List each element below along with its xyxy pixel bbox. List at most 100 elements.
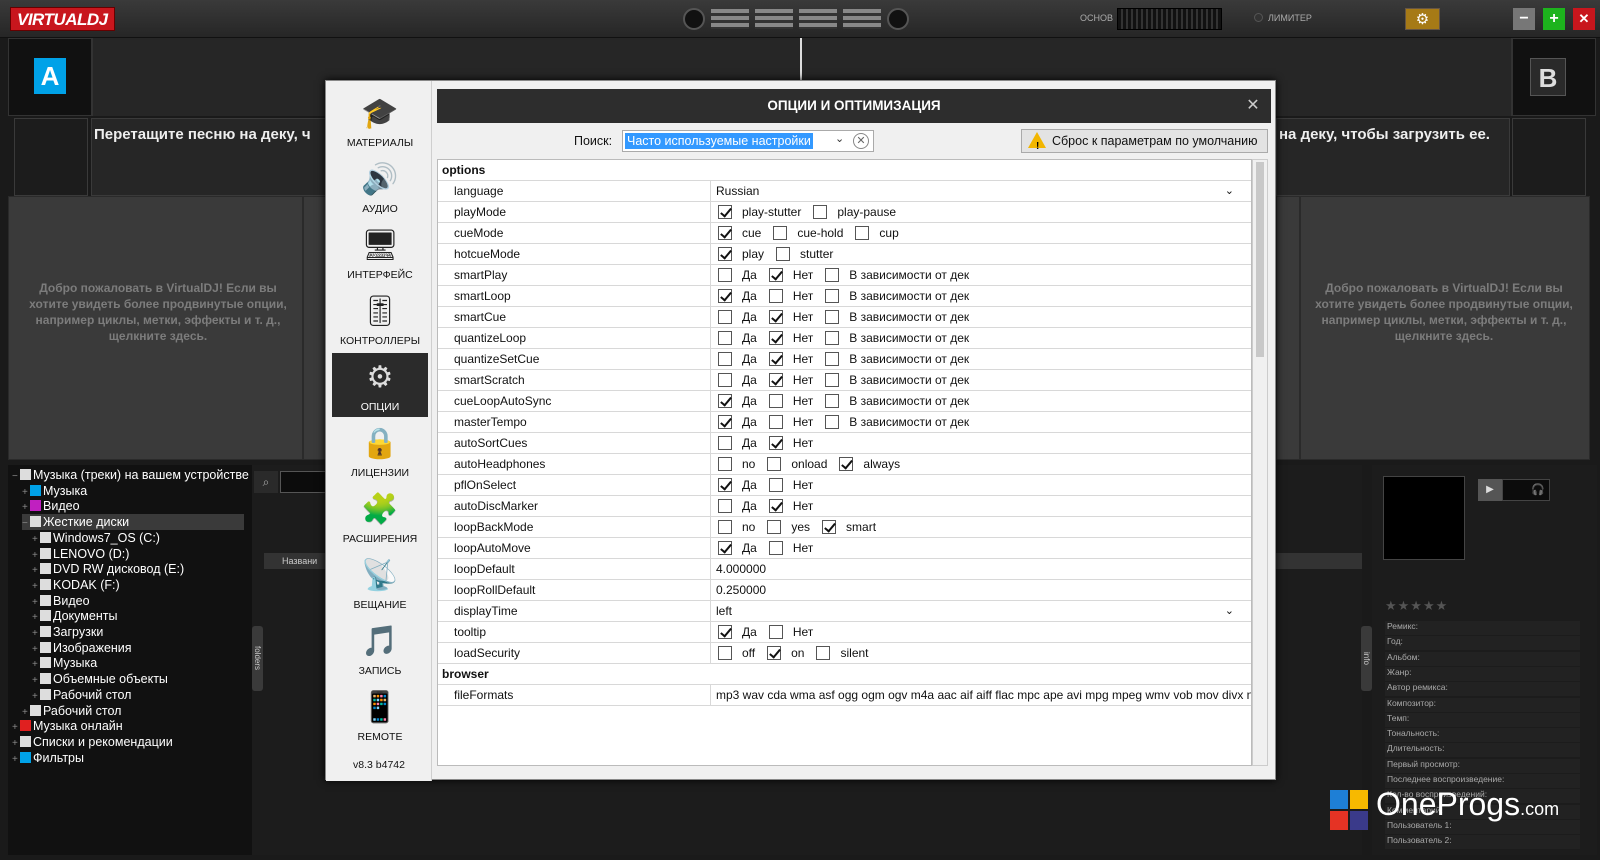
dropdown-value[interactable]: left bbox=[716, 604, 732, 618]
tree-item[interactable]: + Видео bbox=[32, 593, 90, 609]
tree-item[interactable]: + Рабочий стол bbox=[22, 703, 121, 719]
tree-item[interactable]: + Рабочий стол bbox=[32, 687, 131, 703]
preview-play-button[interactable]: ▶ bbox=[1478, 479, 1502, 501]
chevron-down-icon[interactable]: ⌄ bbox=[1225, 181, 1234, 201]
text-value[interactable]: mp3 wav cda wma asf ogg ogm ogv m4a aac … bbox=[716, 688, 1251, 702]
option-checkbox[interactable] bbox=[718, 499, 732, 513]
option-checkbox-label[interactable]: Да bbox=[742, 412, 757, 432]
option-checkbox[interactable] bbox=[768, 478, 783, 492]
dropdown-value[interactable]: Russian bbox=[716, 184, 759, 198]
rating-stars[interactable]: ★★★★★ bbox=[1385, 598, 1448, 614]
option-checkbox-label[interactable]: off bbox=[742, 643, 755, 663]
option-checkbox[interactable] bbox=[773, 226, 788, 240]
expand-icon[interactable]: − bbox=[12, 469, 20, 485]
nav-item[interactable]: ⚙ ОПЦИИ bbox=[332, 353, 428, 417]
option-checkbox[interactable] bbox=[718, 331, 732, 345]
option-checkbox-label[interactable]: Да bbox=[742, 475, 757, 495]
dialog-close-button[interactable]: ✕ bbox=[1243, 89, 1263, 123]
option-value[interactable]: 4.000000 bbox=[716, 559, 766, 579]
option-checkbox[interactable] bbox=[767, 646, 782, 660]
tree-item[interactable]: + KODAK (F:) bbox=[32, 577, 120, 593]
option-checkbox-label[interactable]: Нет bbox=[793, 412, 813, 432]
option-checkbox[interactable] bbox=[718, 226, 732, 240]
option-checkbox-label[interactable]: В зависимости от дек bbox=[849, 412, 969, 432]
option-checkbox[interactable] bbox=[718, 310, 732, 324]
option-checkbox[interactable] bbox=[718, 625, 732, 639]
option-checkbox[interactable] bbox=[768, 373, 783, 387]
option-checkbox[interactable] bbox=[825, 415, 840, 429]
text-value[interactable]: 4.000000 bbox=[716, 562, 766, 576]
option-checkbox-label[interactable]: Нет bbox=[793, 370, 813, 390]
option-checkbox[interactable] bbox=[768, 331, 783, 345]
option-checkbox-label[interactable]: Да bbox=[742, 391, 757, 411]
option-checkbox-label[interactable]: В зависимости от дек bbox=[849, 265, 969, 285]
nav-item[interactable]: 📱 REMOTE bbox=[332, 683, 428, 747]
option-checkbox[interactable] bbox=[718, 352, 732, 366]
tree-item[interactable]: + Загрузки bbox=[32, 624, 103, 640]
option-checkbox-label[interactable]: no bbox=[742, 517, 755, 537]
option-checkbox[interactable] bbox=[825, 310, 840, 324]
option-checkbox[interactable] bbox=[718, 520, 732, 534]
option-checkbox-label[interactable]: cue bbox=[742, 223, 761, 243]
nav-item[interactable]: 🎓 МАТЕРИАЛЫ bbox=[332, 89, 428, 153]
nav-item[interactable]: 🧩 РАСШИРЕНИЯ bbox=[332, 485, 428, 549]
option-checkbox[interactable] bbox=[718, 394, 732, 408]
option-checkbox-label[interactable]: В зависимости от дек bbox=[849, 328, 969, 348]
tree-item[interactable]: + Windows7_OS (C:) bbox=[32, 530, 160, 546]
column-name-header[interactable]: Названи bbox=[282, 556, 317, 566]
nav-item[interactable]: 🔒 ЛИЦЕНЗИИ bbox=[332, 419, 428, 483]
settings-button[interactable]: ⚙ bbox=[1405, 8, 1440, 30]
tree-item[interactable]: − Музыка (треки) на вашем устройстве bbox=[12, 467, 249, 483]
option-value[interactable]: 0.250000 bbox=[716, 580, 766, 600]
option-checkbox[interactable] bbox=[718, 646, 732, 660]
option-checkbox-label[interactable]: play-stutter bbox=[742, 202, 801, 222]
option-checkbox[interactable] bbox=[768, 268, 783, 282]
option-checkbox[interactable] bbox=[825, 352, 840, 366]
option-checkbox-label[interactable]: onload bbox=[791, 454, 827, 474]
option-value[interactable]: left ⌄ bbox=[716, 601, 1246, 621]
option-checkbox[interactable] bbox=[718, 247, 732, 261]
options-scrollbar[interactable] bbox=[1252, 159, 1268, 766]
option-checkbox-label[interactable]: Нет bbox=[793, 622, 813, 642]
option-checkbox[interactable] bbox=[768, 289, 783, 303]
option-checkbox-label[interactable]: Да bbox=[742, 622, 757, 642]
option-checkbox[interactable] bbox=[718, 289, 732, 303]
option-value[interactable]: Russian ⌄ bbox=[716, 181, 1246, 201]
option-checkbox[interactable] bbox=[768, 499, 783, 513]
tree-item[interactable]: + LENOVO (D:) bbox=[32, 546, 129, 562]
limiter-led[interactable] bbox=[1254, 13, 1263, 22]
nav-item[interactable]: 🖥 ИНТЕРФЕЙС bbox=[332, 221, 428, 285]
option-checkbox[interactable] bbox=[776, 247, 791, 261]
option-checkbox-label[interactable]: Нет bbox=[793, 286, 813, 306]
option-checkbox-label[interactable]: always bbox=[863, 454, 900, 474]
option-value[interactable]: mp3 wav cda wma asf ogg ogm ogv m4a aac … bbox=[716, 685, 1251, 705]
option-checkbox[interactable] bbox=[767, 520, 782, 534]
option-checkbox[interactable] bbox=[718, 478, 732, 492]
tree-item[interactable]: + Изображения bbox=[32, 640, 132, 656]
nav-item[interactable]: 🎚 КОНТРОЛЛЕРЫ bbox=[332, 287, 428, 351]
option-checkbox[interactable] bbox=[718, 373, 732, 387]
option-checkbox-label[interactable]: smart bbox=[846, 517, 876, 537]
settings-search-combobox[interactable]: Часто используемые настройки ⌄ ✕ bbox=[622, 130, 874, 152]
option-checkbox-label[interactable]: Нет bbox=[793, 496, 813, 516]
option-checkbox[interactable] bbox=[825, 268, 840, 282]
nav-item[interactable]: 🎵 ЗАПИСЬ bbox=[332, 617, 428, 681]
maximize-button[interactable]: + bbox=[1543, 8, 1565, 30]
option-checkbox-label[interactable]: Да bbox=[742, 349, 757, 369]
minimize-button[interactable]: − bbox=[1513, 8, 1535, 30]
option-checkbox-label[interactable]: play-pause bbox=[837, 202, 896, 222]
option-checkbox-label[interactable]: silent bbox=[840, 643, 868, 663]
chevron-down-icon[interactable]: ⌄ bbox=[835, 132, 844, 145]
tree-item[interactable]: + Фильтры bbox=[12, 750, 84, 766]
option-checkbox[interactable] bbox=[718, 415, 732, 429]
option-checkbox-label[interactable]: Да bbox=[742, 328, 757, 348]
tree-item[interactable]: + Списки и рекомендации bbox=[12, 734, 173, 750]
tree-item[interactable]: + Музыка bbox=[32, 655, 97, 671]
option-checkbox-label[interactable]: Нет bbox=[793, 265, 813, 285]
option-checkbox-label[interactable]: Нет bbox=[793, 538, 813, 558]
option-checkbox[interactable] bbox=[816, 646, 831, 660]
deck-b-letter[interactable]: B bbox=[1530, 58, 1566, 96]
option-checkbox-label[interactable]: Да bbox=[742, 496, 757, 516]
option-checkbox-label[interactable]: Да bbox=[742, 265, 757, 285]
option-checkbox-label[interactable]: play bbox=[742, 244, 764, 264]
